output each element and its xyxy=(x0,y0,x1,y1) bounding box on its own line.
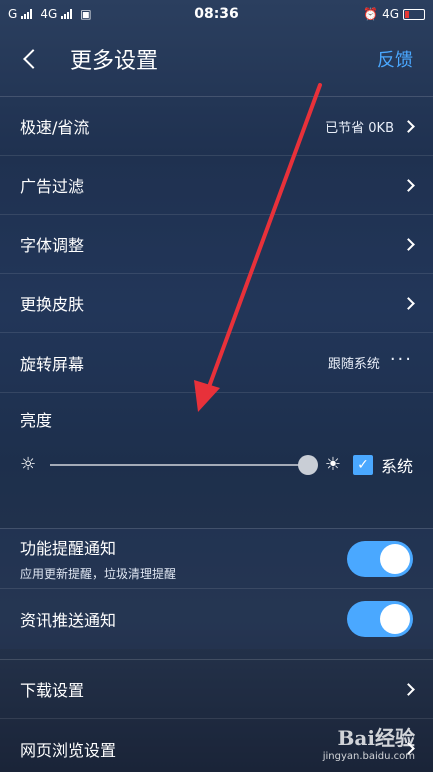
setting-download[interactable]: 下载设置 xyxy=(0,660,433,719)
setting-label: 下载设置 xyxy=(20,681,85,700)
setting-label: 网页浏览设置 xyxy=(20,740,117,760)
setting-label: 字体调整 xyxy=(20,236,85,255)
setting-label: 旋转屏幕 xyxy=(20,354,85,374)
slider-thumb[interactable] xyxy=(298,455,319,475)
brightness-section: 亮度 ☼ ☀ ✓ 系统 xyxy=(0,392,433,514)
setting-skin[interactable]: 更换皮肤 xyxy=(0,274,433,333)
brightness-slider[interactable] xyxy=(50,455,319,475)
header: 更多设置 反馈 xyxy=(0,28,433,90)
notification-label: 功能提醒通知 xyxy=(20,539,117,558)
setting-rotate-screen[interactable]: 旋转屏幕 跟随系统 ··· xyxy=(0,333,433,392)
setting-value: 跟随系统 xyxy=(327,357,380,372)
setting-font-size[interactable]: 字体调整 xyxy=(0,215,433,274)
settings-list: 极速/省流 已节省 0KB 广告过滤 字体调整 更换皮肤 旋转屏幕 跟随系统 ··… xyxy=(0,96,433,392)
setting-value: 已节省 0KB xyxy=(325,120,394,136)
notification-sub: 应用更新提醒，垃圾清理提醒 xyxy=(20,567,177,581)
news-notify-toggle[interactable] xyxy=(347,601,413,637)
feature-notify-toggle[interactable] xyxy=(347,540,413,577)
status-time: 08:36 xyxy=(194,6,239,22)
status-bar: G 4G ▣ 08:36 ⏰ 4G xyxy=(0,0,433,28)
chevron-right-icon xyxy=(402,178,415,192)
brightness-high-icon: ☀ xyxy=(324,454,341,475)
more-icon[interactable]: ··· xyxy=(390,349,413,370)
signal-icon-2 xyxy=(61,9,73,19)
setting-label: 极速/省流 xyxy=(20,118,90,137)
watermark-url: jingyan.baidu.com xyxy=(322,751,415,762)
setting-speed-saving[interactable]: 极速/省流 已节省 0KB xyxy=(0,97,433,156)
brightness-low-icon: ☼ xyxy=(20,454,37,475)
system-checkbox[interactable]: ✓ xyxy=(352,455,373,475)
chevron-right-icon xyxy=(402,296,415,310)
notification-icon: ▣ xyxy=(80,7,92,21)
chevron-right-icon xyxy=(402,237,415,251)
watermark-logo: Bai经验 xyxy=(337,726,415,750)
network-label: 4G xyxy=(382,7,399,21)
signal-icon xyxy=(21,9,33,19)
notification-news: 资讯推送通知 xyxy=(0,589,433,649)
notification-feature: 功能提醒通知 应用更新提醒，垃圾清理提醒 xyxy=(0,529,433,589)
page-title: 更多设置 xyxy=(70,49,159,74)
setting-label: 更换皮肤 xyxy=(20,295,85,314)
back-icon[interactable] xyxy=(23,49,43,69)
setting-label: 广告过滤 xyxy=(20,177,85,196)
setting-ad-filter[interactable]: 广告过滤 xyxy=(0,156,433,215)
battery-icon xyxy=(403,8,425,20)
alarm-icon: ⏰ xyxy=(363,7,379,21)
brightness-label: 亮度 xyxy=(20,411,53,430)
notification-label: 资讯推送通知 xyxy=(20,611,117,630)
signal-label-2: 4G xyxy=(40,7,58,21)
watermark: Bai经验 jingyan.baidu.com xyxy=(323,722,415,762)
system-label: 系统 xyxy=(380,457,413,476)
chevron-right-icon xyxy=(402,682,415,696)
notification-section: 功能提醒通知 应用更新提醒，垃圾清理提醒 资讯推送通知 xyxy=(0,528,433,649)
signal-label-1: G xyxy=(8,7,18,21)
feedback-button[interactable]: 反馈 xyxy=(377,46,413,72)
chevron-right-icon xyxy=(402,119,415,133)
